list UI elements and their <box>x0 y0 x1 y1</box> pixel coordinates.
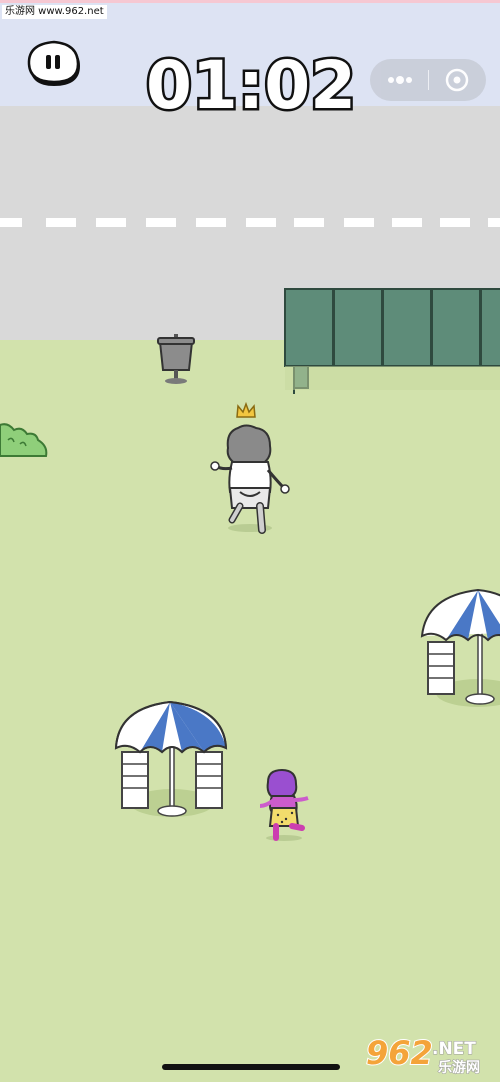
target-circle-icon <box>445 68 469 92</box>
crown-icon <box>236 401 256 418</box>
player-character <box>259 768 309 841</box>
fence-shadow <box>285 366 500 390</box>
miniprogram-capsule <box>370 59 486 101</box>
more-dots-icon <box>388 76 412 84</box>
bush-icon <box>0 423 48 457</box>
close-miniprogram-button[interactable] <box>429 59 486 101</box>
watermark-top: 乐游网 www.962.net <box>2 5 107 19</box>
more-button[interactable] <box>370 59 428 101</box>
watermark-brand-suffix: .NET <box>432 1039 476 1059</box>
trash-can-icon <box>157 334 195 384</box>
watermark-logo: 962 .NET 乐游网 <box>365 1033 481 1077</box>
pause-button[interactable] <box>26 40 82 88</box>
countdown-timer: 01:02 <box>143 46 358 122</box>
game-scene <box>0 288 500 841</box>
game-screen: 乐游网 www.962.net 01:02 962 .NET 乐游网 <box>0 0 500 1082</box>
grandma-seeker-character <box>210 424 290 534</box>
home-indicator[interactable] <box>162 1064 340 1070</box>
timer-text: 01:02 <box>146 47 356 122</box>
beach-umbrella-right <box>420 588 500 707</box>
watermark-brand-number: 962 <box>366 1034 433 1072</box>
watermark-brand-sub: 乐游网 <box>438 1059 480 1076</box>
beach-umbrella-left <box>114 700 228 817</box>
pause-icon <box>27 40 80 86</box>
